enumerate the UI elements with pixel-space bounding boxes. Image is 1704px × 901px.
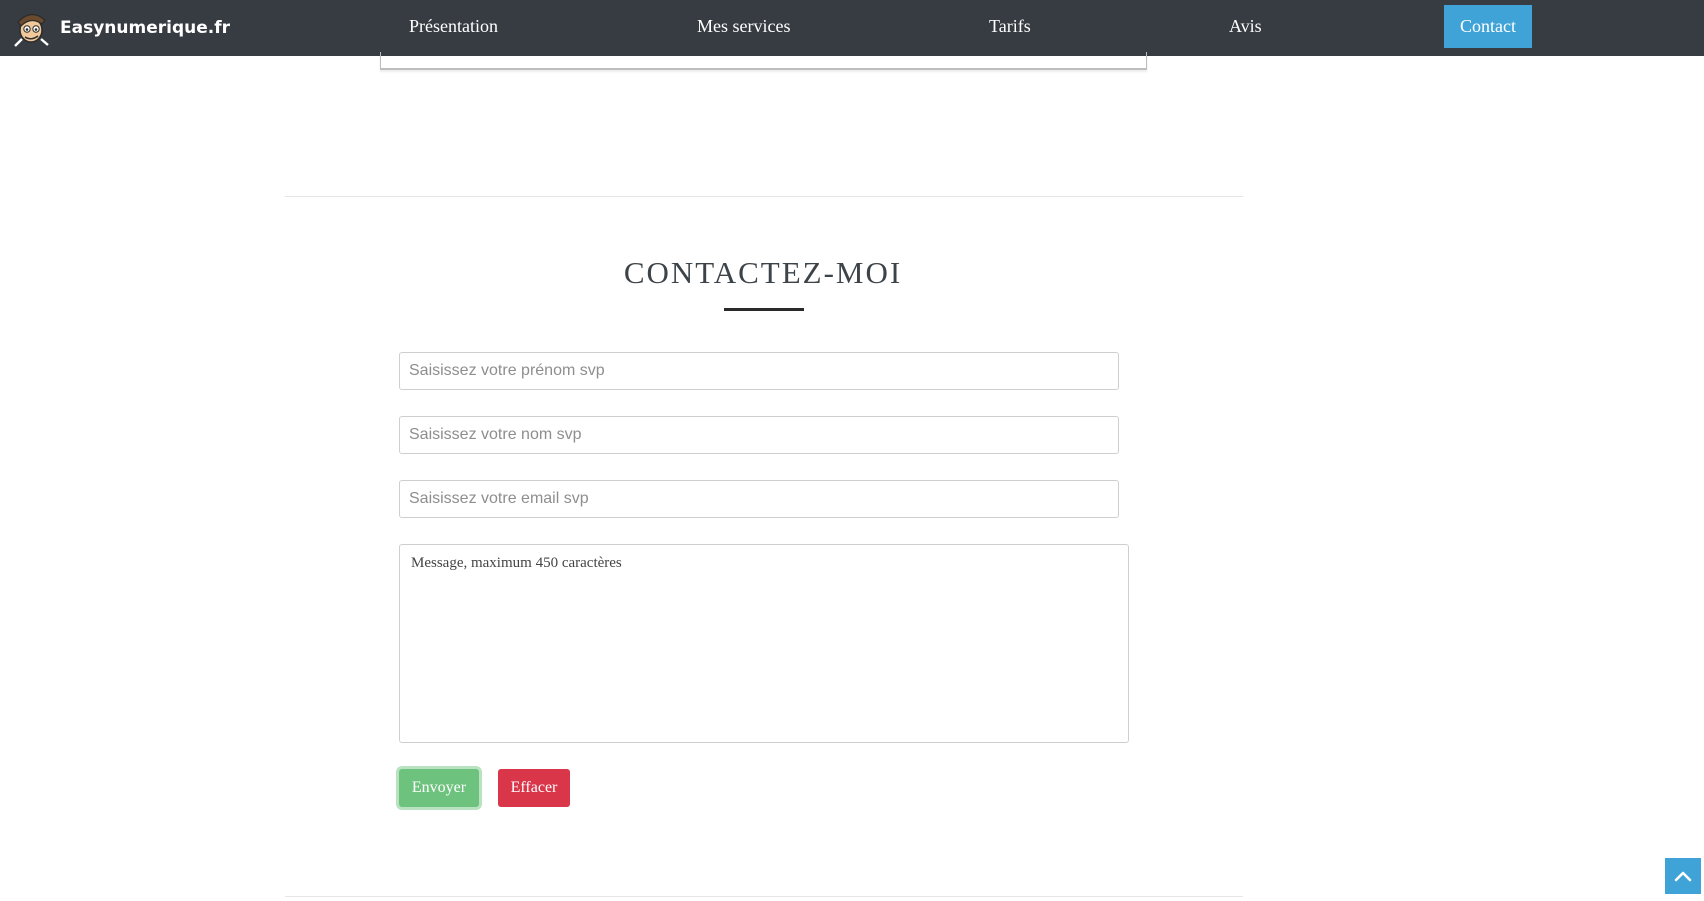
brand-name: Easynumerique.fr bbox=[60, 18, 230, 38]
contact-title: CONTACTEZ-MOI bbox=[623, 255, 903, 290]
clear-button[interactable]: Effacer bbox=[498, 769, 570, 807]
lastname-input[interactable] bbox=[399, 416, 1119, 454]
brand[interactable]: Easynumerique.fr bbox=[12, 6, 230, 50]
email-input[interactable] bbox=[399, 480, 1119, 518]
message-textarea[interactable] bbox=[399, 544, 1129, 743]
previous-section-card bbox=[380, 52, 1147, 70]
mascot-logo-icon bbox=[14, 13, 49, 47]
nav-contact-button[interactable]: Contact bbox=[1444, 5, 1532, 48]
nav-link-services[interactable]: Mes services bbox=[697, 0, 790, 56]
section-divider bbox=[285, 196, 1243, 197]
nav-link-presentation[interactable]: Présentation bbox=[409, 0, 498, 56]
title-underline bbox=[724, 308, 804, 311]
firstname-input[interactable] bbox=[399, 352, 1119, 390]
nav-link-tarifs[interactable]: Tarifs bbox=[989, 0, 1031, 56]
chevron-up-icon bbox=[1674, 871, 1692, 882]
footer-divider bbox=[285, 896, 1243, 897]
scroll-top-button[interactable] bbox=[1665, 858, 1701, 894]
nav-link-avis[interactable]: Avis bbox=[1229, 0, 1262, 56]
send-button[interactable]: Envoyer bbox=[399, 769, 479, 807]
top-navbar: Easynumerique.fr Présentation Mes servic… bbox=[0, 0, 1704, 56]
